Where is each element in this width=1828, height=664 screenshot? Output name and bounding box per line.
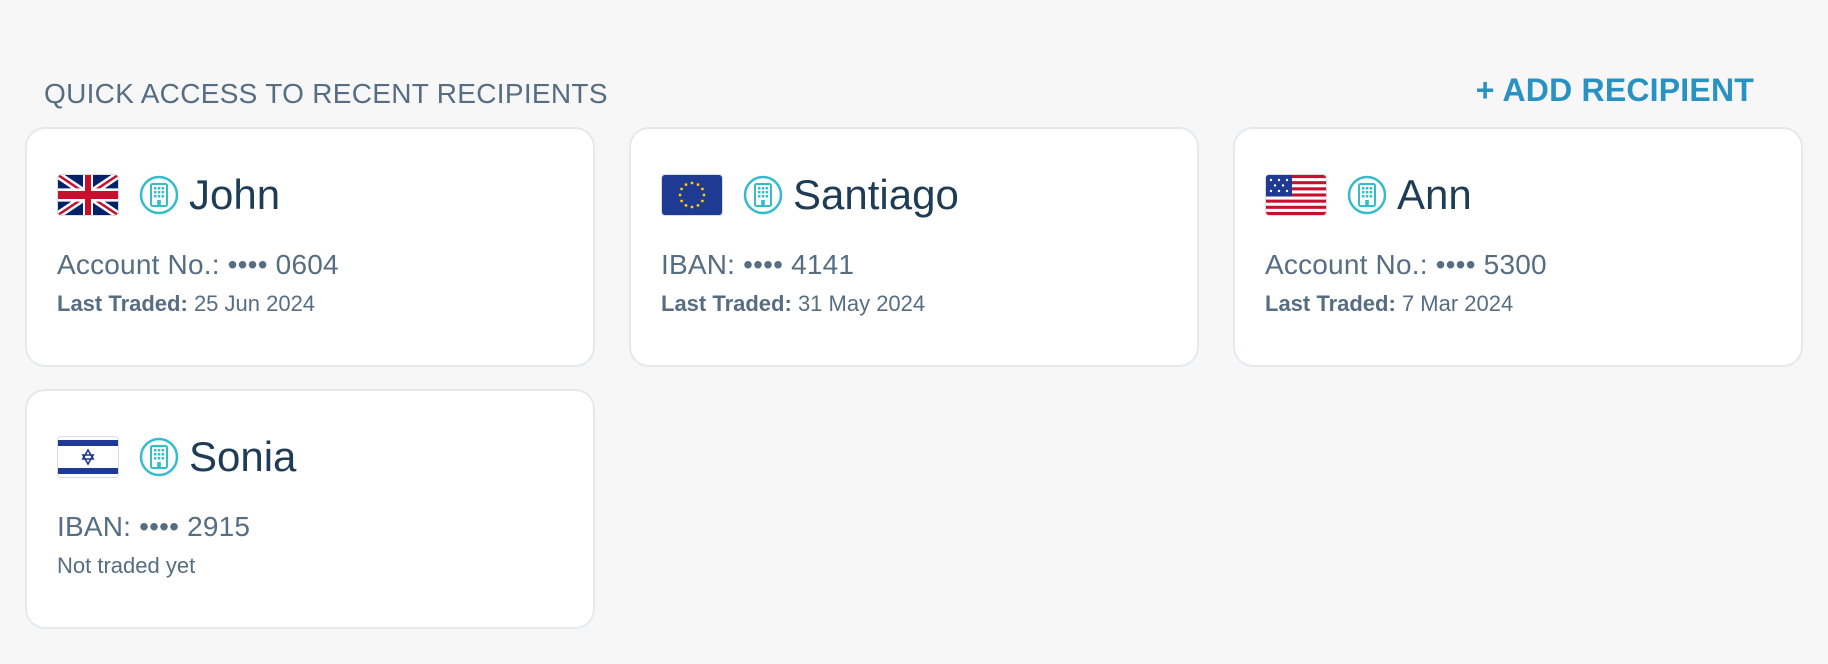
recipient-name: Ann <box>1397 171 1472 218</box>
bank-building-icon <box>139 437 179 477</box>
last-traded-value: 7 Mar 2024 <box>1401 291 1514 316</box>
uk-flag-icon <box>57 174 119 216</box>
account-number: Account No.: •••• 0604 <box>57 249 339 280</box>
last-traded-label: Last Traded: <box>661 291 792 316</box>
card-header: John <box>57 173 563 217</box>
recipient-name: Sonia <box>189 433 297 480</box>
trade-status-value: Not traded yet <box>57 553 196 578</box>
bank-building-icon <box>139 175 179 215</box>
last-traded-label: Last Traded: <box>1265 291 1396 316</box>
recipient-card-sonia[interactable]: Sonia IBAN: •••• 2915 Not traded yet <box>25 389 595 629</box>
iban-number: IBAN: •••• 4141 <box>661 249 855 280</box>
recipient-cards: John Account No.: •••• 0604 Last Traded:… <box>25 127 1803 629</box>
recent-recipients-panel: QUICK ACCESS TO RECENT RECIPIENTS + ADD … <box>0 0 1828 664</box>
last-traded-value: 31 May 2024 <box>797 291 926 316</box>
account-number: Account No.: •••• 5300 <box>1265 249 1547 280</box>
last-traded: Last Traded: 31 May 2024 <box>661 291 1167 317</box>
iban-number: IBAN: •••• 2915 <box>57 511 251 542</box>
last-traded: Last Traded: 25 Jun 2024 <box>57 291 563 317</box>
bank-building-icon <box>1347 175 1387 215</box>
recipient-name: Santiago <box>793 171 959 218</box>
card-header: Santiago <box>661 173 1167 217</box>
israel-flag-icon <box>57 436 119 478</box>
recipient-name: John <box>189 171 281 218</box>
last-traded-label: Last Traded: <box>57 291 188 316</box>
last-traded-value: 25 Jun 2024 <box>193 291 316 316</box>
recipient-card-santiago[interactable]: Santiago IBAN: •••• 4141 Last Traded: 31… <box>629 127 1199 367</box>
last-traded: Last Traded: 7 Mar 2024 <box>1265 291 1771 317</box>
trade-status: Not traded yet <box>57 553 563 579</box>
eu-flag-icon <box>661 174 723 216</box>
add-recipient-button[interactable]: + ADD RECIPIENT <box>1476 72 1754 109</box>
section-title: QUICK ACCESS TO RECENT RECIPIENTS <box>44 78 608 109</box>
card-header: Sonia <box>57 435 563 479</box>
recipient-card-john[interactable]: John Account No.: •••• 0604 Last Traded:… <box>25 127 595 367</box>
card-header: Ann <box>1265 173 1771 217</box>
bank-building-icon <box>743 175 783 215</box>
us-flag-icon <box>1265 174 1327 216</box>
recipient-card-ann[interactable]: Ann Account No.: •••• 5300 Last Traded: … <box>1233 127 1803 367</box>
